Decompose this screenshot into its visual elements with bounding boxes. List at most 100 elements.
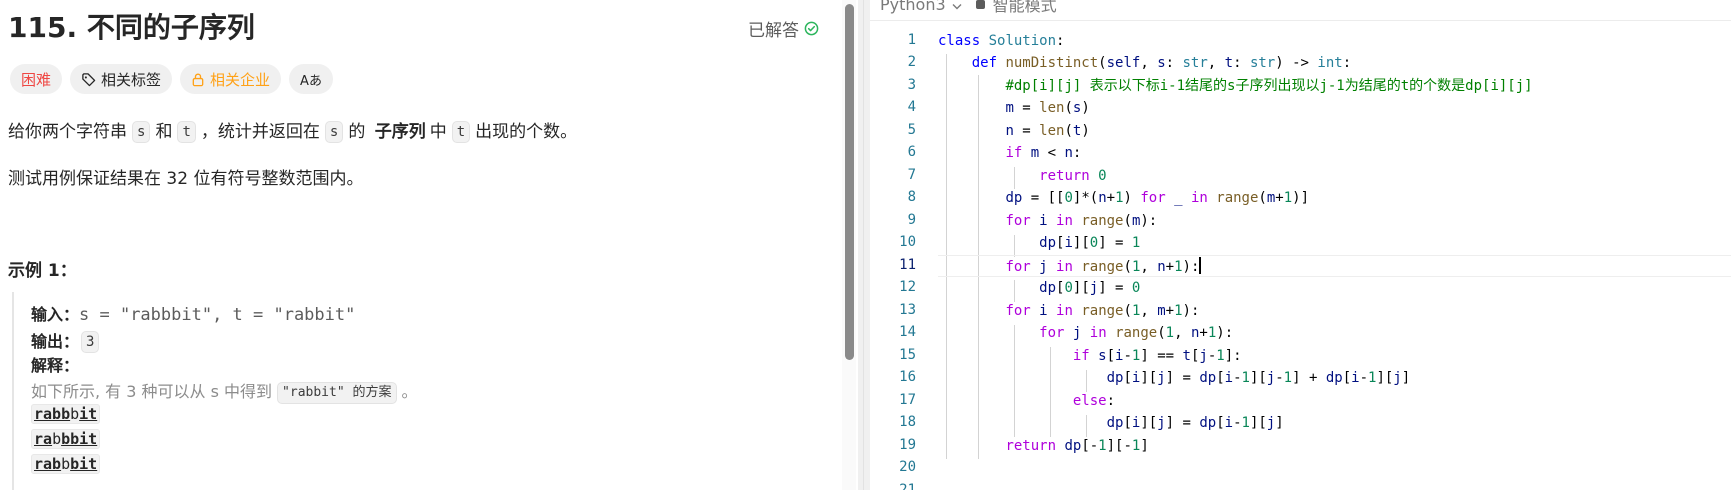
match-line-1: rabbbit <box>31 404 101 424</box>
solved-label: 已解答 <box>748 21 799 41</box>
panel-splitter[interactable] <box>858 0 870 490</box>
line-number: 11 <box>899 257 916 273</box>
language-label: Python3 <box>880 0 946 14</box>
match-line-2: rabbbit <box>31 429 101 449</box>
example-block: 输入：s = "rabbbit", t = "rabbit" 输出： 3 解释： … <box>12 292 832 490</box>
problem-description-panel: 115. 不同的子序列 已解答 困难 相关标签 相关企业 Aあ 给你两个字符串 s… <box>0 0 842 490</box>
line-number: 3 <box>907 77 916 93</box>
code-line-13[interactable]: for i in range(1, m+1): <box>938 300 1731 322</box>
desc-text: 和 <box>155 122 173 142</box>
lock-icon <box>975 0 985 9</box>
code-line-8[interactable]: dp = [[0]*(n+1) for _ in range(m+1)] <box>938 187 1731 209</box>
explanation-code: "rabbit" 的方案 <box>277 382 397 404</box>
code-editor[interactable]: Python3 智能模式 1 2 3 4 5 6 7 8 9 10 11 12 13 14 15 16 17 18… <box>870 0 1731 490</box>
match-skip: b <box>70 405 80 423</box>
match-code: rabbbit <box>31 429 101 449</box>
code-line-6[interactable]: if m < n: <box>938 142 1731 164</box>
code-line-21[interactable] <box>938 480 1731 490</box>
match-skip: b <box>52 430 62 448</box>
example-title: 示例 1： <box>8 261 77 281</box>
companies-tag-button[interactable]: 相关企业 <box>180 64 282 94</box>
chevron-down-icon <box>952 0 962 14</box>
match-bold: it <box>79 405 98 423</box>
code-line-18[interactable]: dp[i][j] = dp[i-1][j] <box>938 412 1731 434</box>
code-line-12[interactable]: dp[0][j] = 0 <box>938 277 1731 299</box>
line-number: 8 <box>907 189 916 205</box>
code-line-16[interactable]: dp[i][j] = dp[i-1][j-1] + dp[i-1][j] <box>938 367 1731 389</box>
input-value: s = "rabbbit", t = "rabbit" <box>79 305 356 325</box>
line-number: 18 <box>899 414 916 430</box>
description-scrollbar-thumb[interactable] <box>845 4 854 360</box>
explanation-text: 如下所示, 有 3 种可以从 s 中得到 <box>31 382 273 401</box>
inline-code-s: s <box>132 121 151 143</box>
example-output: 输出： 3 <box>31 328 104 353</box>
line-number: 2 <box>907 54 916 70</box>
code-line-17[interactable]: else: <box>938 390 1731 412</box>
code-line-3[interactable]: #dp[i][j] 表示以下标i-1结尾的s子序列出现以j-1为结尾的t的个数是… <box>938 75 1731 97</box>
line-number: 20 <box>899 459 916 475</box>
translate-button[interactable]: Aあ <box>289 64 333 94</box>
code-line-20[interactable] <box>938 457 1731 479</box>
desc-text: 给你两个字符串 <box>8 122 127 142</box>
line-number: 15 <box>899 347 916 363</box>
output-value: 3 <box>81 331 100 353</box>
code-line-15[interactable]: if s[i-1] == t[j-1]: <box>938 345 1731 367</box>
editor-toolbar-divider <box>870 20 1731 21</box>
line-number: 7 <box>907 167 916 183</box>
input-label: 输入： <box>31 305 80 324</box>
translate-icon: Aあ <box>300 73 322 89</box>
lock-icon <box>191 72 205 87</box>
example-explanation: 如下所示, 有 3 种可以从 s 中得到 "rabbit" 的方案。 <box>31 378 418 404</box>
match-code: rabbbit <box>31 454 101 474</box>
desc-text: 出现的个数。 <box>475 122 578 142</box>
match-line-3: rabbbit <box>31 454 101 474</box>
line-number: 1 <box>907 32 916 48</box>
match-bold: bbit <box>61 430 98 448</box>
text-cursor <box>1199 257 1202 274</box>
topics-tag-button[interactable]: 相关标签 <box>70 64 173 94</box>
inline-code-s: s <box>324 121 344 143</box>
line-number: 14 <box>899 324 916 340</box>
line-number: 17 <box>899 392 916 408</box>
code-line-4[interactable]: m = len(s) <box>938 97 1731 119</box>
explanation-label: 解释： <box>31 356 80 375</box>
line-number: 21 <box>899 482 916 490</box>
code-line-1[interactable]: class Solution: <box>938 30 1731 52</box>
desc-text: 的 <box>348 122 366 142</box>
line-number: 9 <box>907 212 916 228</box>
code-line-5[interactable]: n = len(t) <box>938 120 1731 142</box>
inline-code-t: t <box>177 121 196 143</box>
difficulty-label: 困难 <box>21 70 52 89</box>
match-bold: rabb <box>34 405 71 423</box>
language-selector[interactable]: Python3 <box>880 0 962 14</box>
companies-tag-label: 相关企业 <box>210 70 271 89</box>
code-line-9[interactable]: for i in range(m): <box>938 210 1731 232</box>
topics-tag-label: 相关标签 <box>101 70 162 89</box>
line-number: 4 <box>907 99 916 115</box>
explanation-text: 。 <box>401 382 418 401</box>
desc-text: ，统计并返回在 <box>200 122 320 142</box>
code-line-7[interactable]: return 0 <box>938 165 1731 187</box>
match-code: rabbbit <box>31 404 101 424</box>
match-bold: bit <box>70 455 98 473</box>
line-number: 10 <box>899 234 916 250</box>
difficulty-badge[interactable]: 困难 <box>10 64 63 94</box>
match-skip: b <box>61 455 71 473</box>
match-bold: rab <box>34 455 62 473</box>
example-input: 输入：s = "rabbbit", t = "rabbit" <box>31 301 355 325</box>
tag-row: 困难 相关标签 相关企业 Aあ <box>10 64 333 94</box>
line-number: 12 <box>899 279 916 295</box>
description-paragraph-1: 给你两个字符串 s 和 t ，统计并返回在 s 的 子序列中 t 出现的个数。 <box>8 117 577 143</box>
panel-divider-line <box>863 0 864 490</box>
code-line-19[interactable]: return dp[-1][-1] <box>938 435 1731 457</box>
line-number: 6 <box>907 144 916 160</box>
tag-icon <box>81 72 96 87</box>
code-line-2[interactable]: def numDistinct(self, s: str, t: str) ->… <box>938 52 1731 74</box>
smart-mode-toggle[interactable]: 智能模式 <box>975 0 1057 16</box>
code-line-14[interactable]: for j in range(1, n+1): <box>938 322 1731 344</box>
editor-toolbar: Python3 智能模式 <box>880 0 1057 16</box>
code-line-11[interactable]: for j in range(1, n+1): <box>938 255 1731 277</box>
code-line-10[interactable]: dp[i][0] = 1 <box>938 232 1731 254</box>
example-explanation-label: 解释： <box>31 352 79 376</box>
match-bold: ra <box>34 430 53 448</box>
